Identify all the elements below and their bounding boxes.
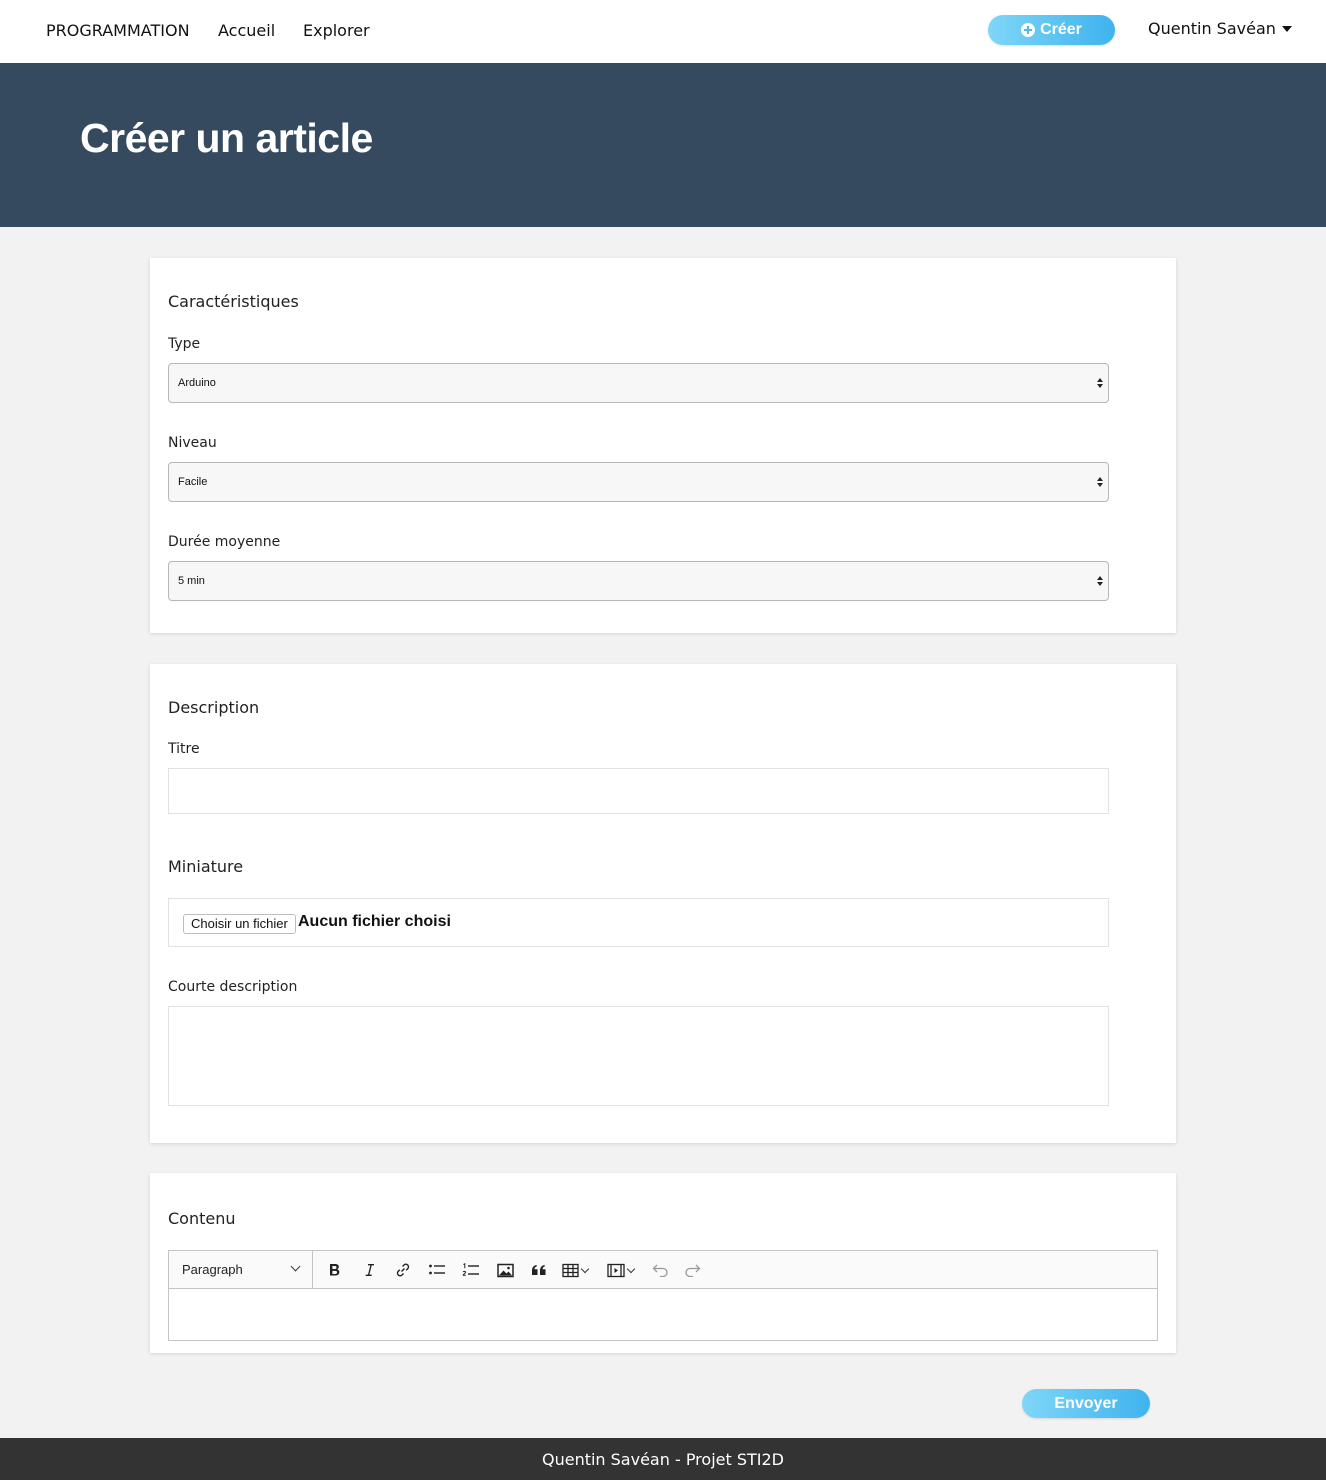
content-card: Contenu Paragraph (150, 1173, 1176, 1353)
editor-content-area[interactable] (169, 1289, 1157, 1340)
numbered-list-icon (462, 1262, 479, 1276)
nav-link-accueil[interactable]: Accueil (218, 21, 275, 40)
rich-text-editor: Paragraph (168, 1250, 1158, 1341)
short-description-textarea[interactable] (168, 1006, 1109, 1106)
file-status-text: Aucun fichier choisi (298, 913, 451, 930)
image-icon (496, 1263, 514, 1277)
thumbnail-file-input: Choisir un fichier Aucun fichier choisi (168, 898, 1109, 947)
table-icon (562, 1263, 579, 1277)
redo-button[interactable] (679, 1256, 705, 1284)
media-icon (606, 1263, 625, 1277)
insert-media-button[interactable] (601, 1256, 639, 1284)
thumbnail-label: Miniature (168, 857, 244, 876)
insert-image-button[interactable] (491, 1256, 519, 1284)
bulleted-list-button[interactable] (423, 1256, 451, 1284)
short-description-label: Courte description (168, 979, 298, 995)
characteristics-title: Caractéristiques (168, 292, 299, 311)
redo-icon (684, 1264, 700, 1277)
create-button[interactable]: Créer (988, 15, 1115, 45)
heading-dropdown-label: Paragraph (182, 1262, 243, 1277)
bold-icon (330, 1264, 340, 1276)
duration-label: Durée moyenne (168, 534, 281, 550)
choose-file-button[interactable]: Choisir un fichier (183, 914, 296, 934)
page-hero: Créer un article (0, 63, 1326, 227)
level-label: Niveau (168, 435, 217, 451)
undo-button[interactable] (647, 1256, 673, 1284)
description-title: Description (168, 698, 260, 717)
page-footer: Quentin Savéan - Projet STI2D (0, 1438, 1326, 1480)
blockquote-icon (532, 1265, 546, 1275)
numbered-list-button[interactable] (457, 1256, 485, 1284)
duration-select[interactable]: 5 min (168, 561, 1109, 601)
undo-icon (652, 1264, 668, 1277)
type-select-value: Arduino (178, 377, 216, 389)
submit-button[interactable]: Envoyer (1022, 1389, 1150, 1418)
blockquote-button[interactable] (525, 1256, 553, 1284)
select-arrows-icon (1097, 576, 1103, 586)
chevron-down-icon (290, 1261, 301, 1272)
chevron-down-icon (626, 1264, 635, 1273)
italic-button[interactable] (355, 1256, 383, 1284)
characteristics-card: Caractéristiques Type Arduino Niveau Fac… (150, 258, 1176, 633)
plus-circle-icon (1021, 23, 1036, 37)
level-select[interactable]: Facile (168, 462, 1109, 502)
description-card: Description Titre Miniature Choisir un f… (150, 664, 1176, 1143)
title-input[interactable] (168, 768, 1109, 814)
select-arrows-icon (1097, 378, 1103, 388)
editor-toolbar: Paragraph (169, 1251, 1157, 1289)
link-button[interactable] (389, 1256, 417, 1284)
page-title: Créer un article (80, 115, 373, 161)
insert-table-button[interactable] (557, 1256, 593, 1284)
user-menu-dropdown[interactable]: Quentin Savéan (1148, 19, 1292, 38)
create-button-label: Créer (1040, 21, 1082, 38)
type-label: Type (168, 336, 201, 352)
user-name: Quentin Savéan (1148, 19, 1276, 38)
nav-link-explorer[interactable]: Explorer (303, 21, 370, 40)
type-select[interactable]: Arduino (168, 363, 1109, 403)
top-navbar: PROGRAMMATION Accueil Explorer Créer Que… (0, 0, 1326, 63)
content-title: Contenu (168, 1209, 236, 1228)
title-field-label: Titre (168, 741, 200, 757)
heading-dropdown[interactable]: Paragraph (169, 1251, 313, 1288)
caret-down-icon (1281, 25, 1292, 32)
bulleted-list-icon (429, 1264, 445, 1275)
select-arrows-icon (1097, 477, 1103, 487)
brand-link[interactable]: PROGRAMMATION (46, 21, 190, 40)
bold-button[interactable] (321, 1256, 349, 1284)
italic-icon (365, 1264, 374, 1276)
link-icon (396, 1263, 410, 1277)
chevron-down-icon (580, 1264, 590, 1273)
level-select-value: Facile (178, 476, 208, 488)
duration-select-value: 5 min (178, 575, 205, 587)
